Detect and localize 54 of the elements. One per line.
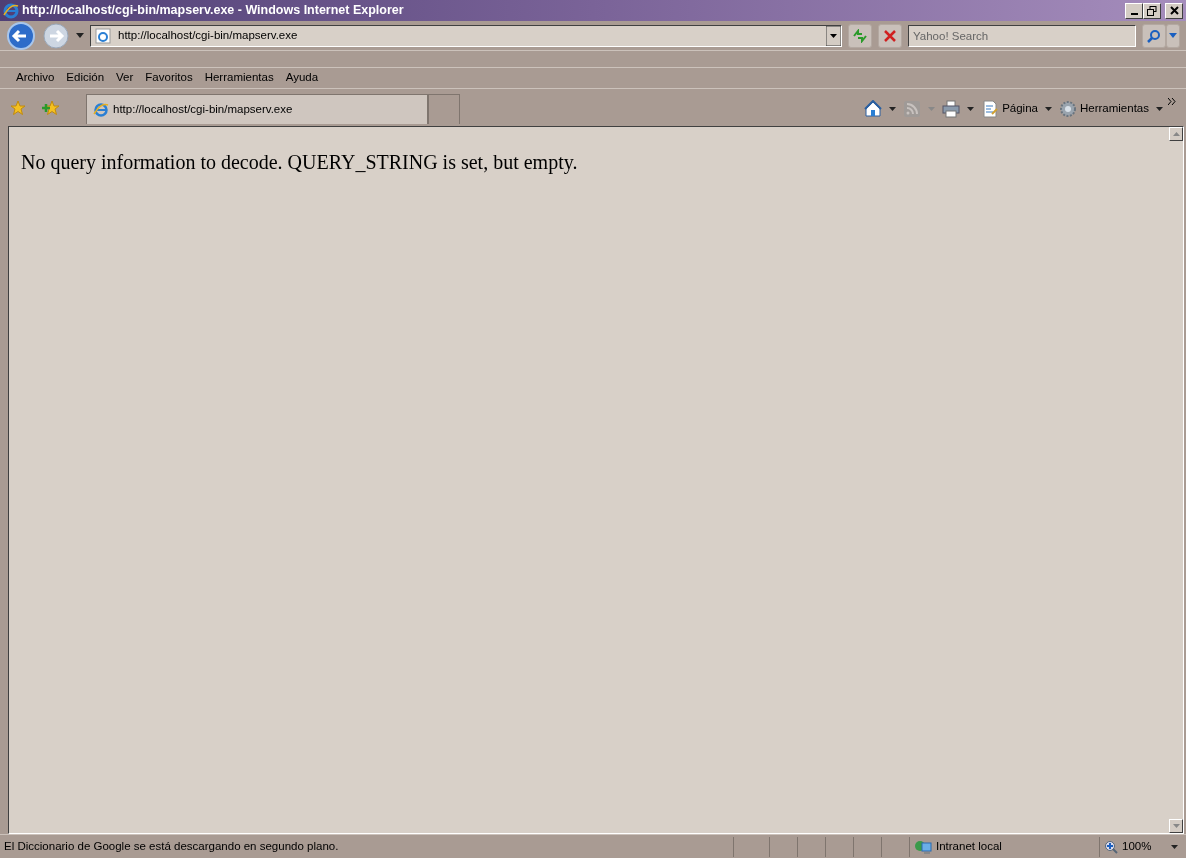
menu-item[interactable]: Ayuda xyxy=(279,69,325,87)
caret-icon xyxy=(1169,33,1177,38)
caret-icon xyxy=(1171,844,1179,849)
window-title: http://localhost/cgi-bin/mapserv.exe - Windows Internet Explorer xyxy=(22,2,405,20)
browser-icon xyxy=(93,101,109,118)
error-message: No query information to decode. QUERY_STRING is set, but empty. xyxy=(21,150,579,176)
caret-icon xyxy=(1156,107,1163,111)
status-text: El Diccionario de Google se está descargando en segundo plano. xyxy=(3,838,340,854)
scroll-down-button[interactable] xyxy=(1169,819,1183,833)
page-icon xyxy=(981,100,1000,118)
menu-item[interactable]: Edición xyxy=(60,69,111,87)
chevron-icon[interactable] xyxy=(1168,98,1176,105)
minimize-icon xyxy=(1130,12,1138,15)
caret-icon xyxy=(889,107,897,111)
stop-button[interactable] xyxy=(878,23,902,48)
caret-icon xyxy=(1044,107,1052,111)
home-icon xyxy=(864,100,883,118)
forward-button[interactable] xyxy=(42,21,70,50)
refresh-icon xyxy=(852,28,868,43)
close-icon xyxy=(1169,6,1179,15)
caret-icon xyxy=(928,107,936,111)
minimize-button[interactable] xyxy=(1125,2,1143,19)
restore-button[interactable] xyxy=(1143,2,1161,19)
zoom-icon xyxy=(1104,839,1118,854)
menu-item[interactable]: Archivo xyxy=(10,69,61,87)
search-field[interactable]: Yahoo! Search xyxy=(908,24,1136,47)
browser-icon xyxy=(3,2,19,19)
page-icon xyxy=(95,27,111,44)
page-menu[interactable]: Página xyxy=(979,100,1054,118)
up-arrow-icon xyxy=(1172,132,1180,136)
caret-icon xyxy=(967,107,975,111)
caret-icon[interactable] xyxy=(76,33,84,38)
scroll-up-button[interactable] xyxy=(1169,127,1183,141)
back-button[interactable] xyxy=(6,20,36,51)
network-icon xyxy=(914,838,932,855)
close-button[interactable] xyxy=(1165,2,1183,19)
menu-item[interactable]: Ver xyxy=(110,69,140,87)
stop-icon xyxy=(884,29,896,42)
feed-icon xyxy=(903,100,922,118)
dropdown-icon[interactable] xyxy=(826,25,841,46)
print-button[interactable] xyxy=(940,100,977,118)
down-arrow-icon xyxy=(1172,824,1180,828)
menu-item[interactable]: Herramientas xyxy=(198,69,280,87)
menu-item[interactable]: Favoritos xyxy=(139,69,199,87)
security-zone[interactable]: Intranet local xyxy=(909,836,1099,857)
zoom-control[interactable]: 100% xyxy=(1099,836,1186,857)
printer-icon xyxy=(942,100,961,118)
browser-tab[interactable]: http://localhost/cgi-bin/mapserv.exe xyxy=(86,94,428,124)
gear-icon xyxy=(1058,100,1077,118)
restore-icon xyxy=(1147,5,1157,16)
search-icon xyxy=(1147,28,1161,43)
star-icon[interactable] xyxy=(10,100,26,116)
home-button[interactable] xyxy=(862,100,899,118)
tools-menu[interactable]: Herramientas xyxy=(1056,100,1165,118)
